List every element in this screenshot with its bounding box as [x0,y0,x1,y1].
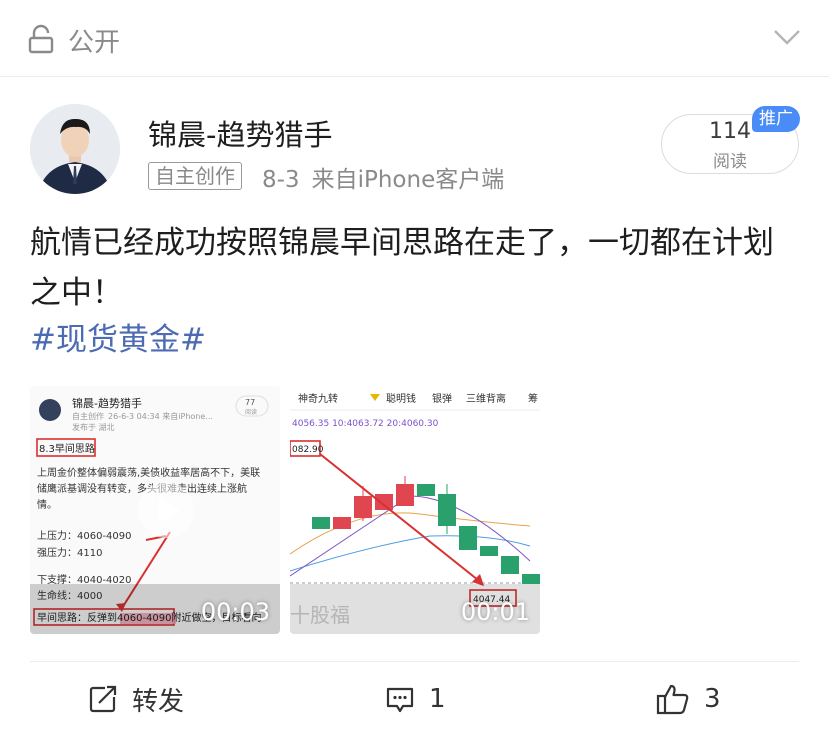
mini-reads: 77 [245,398,255,407]
mini-reads-label: 阅读 [245,408,257,416]
video-thumbnail-2[interactable]: 神奇九转 聪明钱 银弹 三维背离 筹 4056.35 10:4063.72 20… [290,386,540,634]
comment-button[interactable]: 1 [385,678,446,720]
play-icon [138,482,194,538]
mini-line-2: 强压力：4110 [37,546,102,559]
avatar[interactable] [30,104,120,194]
mini-author: 锦晨-趋势猎手 [72,396,142,410]
promo-tag[interactable]: 推广 [752,106,800,132]
read-label: 阅读 [713,152,747,172]
toolbar-item-3: 银弹 [432,392,452,405]
post-meta: 8-3 来自iPhone客户端 [262,160,504,194]
video-thumbnail-1[interactable]: 锦晨-趋势猎手 自主创作 26-6-3 04:34 来自iPhone... 发布… [30,386,280,634]
mini-meta: 26-6-3 04:34 来自iPhone... [108,411,213,421]
post-source: 来自iPhone客户端 [311,167,505,193]
video-duration: 00:01 [460,598,530,626]
original-badge: 自主创作 [148,162,242,190]
toolbar-item-4: 三维背离 [466,392,506,405]
post-text: 航情已经成功按照锦晨早间思路在走了，一切都在计划之中！ [30,225,774,311]
thumbs-up-icon [656,684,689,715]
toolbar-item-2: 聪明钱 [386,392,416,405]
mini-line-1: 上压力：4060-4090 [37,529,132,542]
repost-icon [89,685,117,713]
chart-legend: 4056.35 10:4063.72 20:4060.30 [292,419,439,429]
top-bar: 公开 [0,0,829,77]
toolbar-item-5: 筹 [528,392,538,405]
chevron-down-icon[interactable] [773,28,801,46]
video-duration: 00:03 [200,598,270,626]
topic-link[interactable]: #现货黄金# [30,314,206,359]
repost-button[interactable]: 转发 [88,678,184,720]
post-date: 8-3 [262,167,300,193]
price-box-top: 082.90 [292,445,324,455]
toolbar-item-1: 神奇九转 [298,392,338,405]
author-name[interactable]: 锦晨-趋势猎手 [148,112,332,154]
lock-icon [28,24,54,54]
repost-label: 转发 [132,686,185,717]
comment-count: 1 [429,684,446,714]
like-count: 3 [704,684,721,714]
comment-icon [386,687,414,713]
divider [30,661,799,662]
mini-badge: 自主创作 [72,411,104,421]
mini-location: 发布于 湖北 [72,422,115,432]
like-button[interactable]: 3 [656,678,721,720]
mini-title-box: 8.3早间思路 [39,442,95,455]
visibility-label[interactable]: 公开 [68,22,120,59]
